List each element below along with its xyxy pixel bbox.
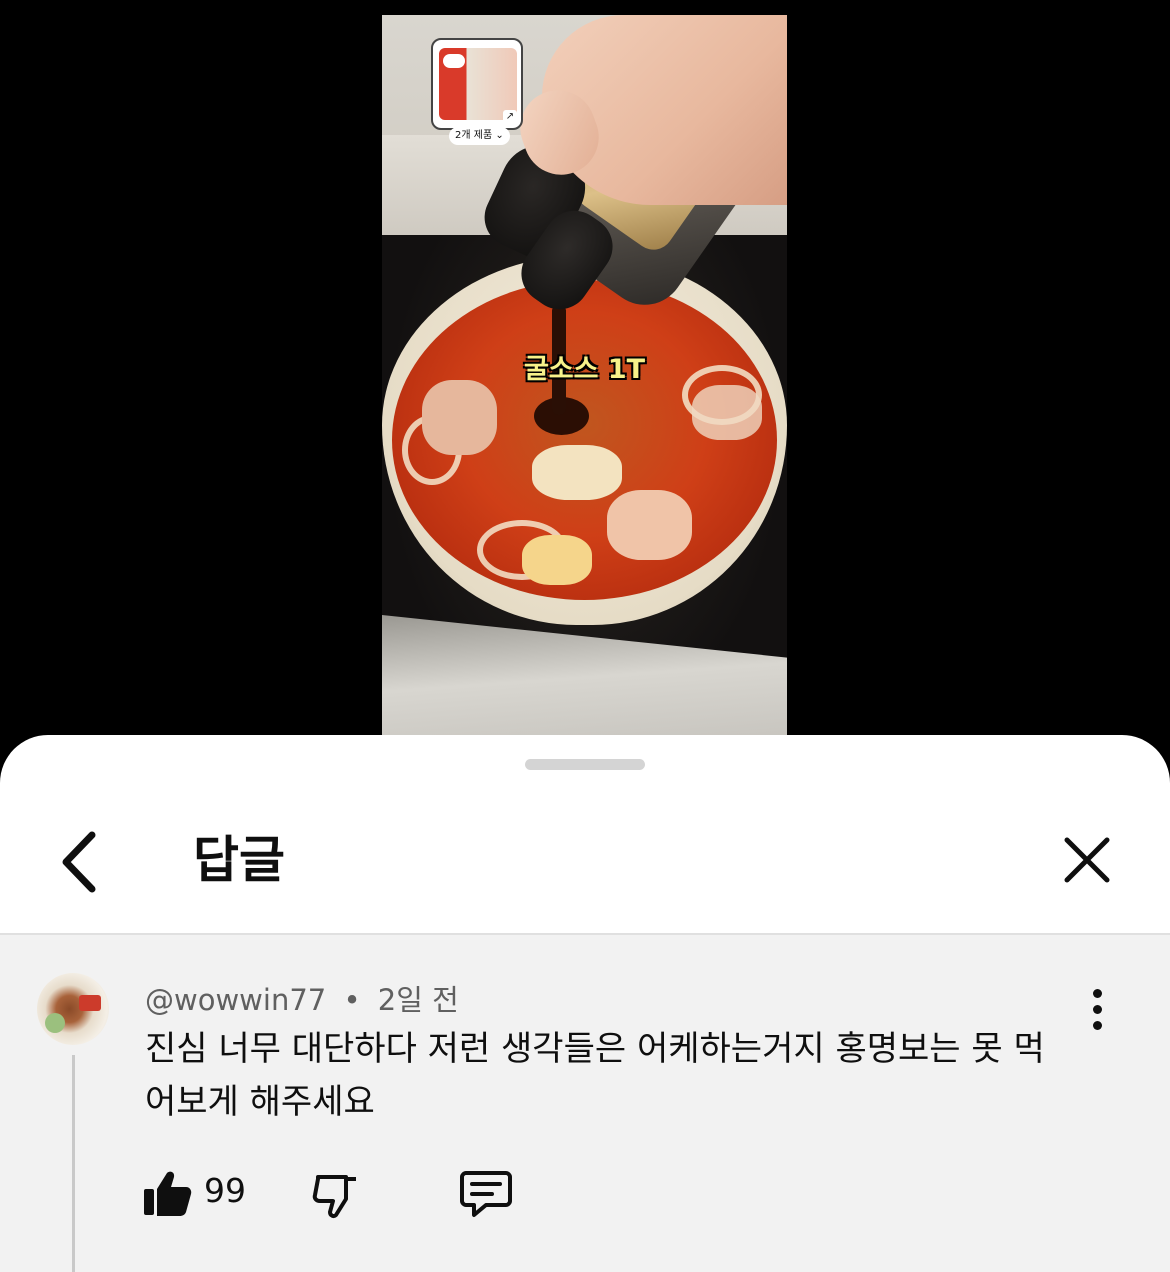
meta-separator: • [343, 983, 361, 1017]
back-button[interactable] [52, 827, 112, 897]
avatar[interactable] [37, 973, 109, 1045]
parent-comment: @wowwin77 • 2일 전 진심 너무 대단하다 저런 생각들은 어케하는… [0, 933, 1170, 1272]
reply-comment-icon [460, 1171, 512, 1217]
garlic-piece [532, 445, 622, 500]
comment-author[interactable]: @wowwin77 [145, 983, 326, 1017]
like-count: 99 [204, 1171, 246, 1210]
comment-meta: @wowwin77 • 2일 전 [145, 977, 459, 1019]
dislike-button[interactable] [310, 1167, 364, 1221]
chevron-down-icon: ⌄ [495, 130, 504, 141]
product-count-label: 2개 제품 [455, 130, 493, 141]
more-vertical-icon [1093, 1021, 1102, 1030]
chicken-piece [422, 380, 497, 455]
avatar-detail [45, 1013, 65, 1033]
product-brand-badge [443, 54, 465, 68]
reply-button[interactable] [458, 1165, 514, 1221]
close-icon [1064, 837, 1110, 883]
more-vertical-icon [1093, 1005, 1102, 1014]
video-caption: 굴소스 1T [523, 354, 646, 385]
replies-sheet: 답글 @wowwin77 • 2일 전 진심 너무 대단하다 저런 생각들은 어… [0, 735, 1170, 1272]
sheet-header: 답글 [0, 795, 1170, 935]
chicken-piece [692, 385, 762, 440]
drag-handle[interactable] [525, 759, 645, 770]
video-frame[interactable]: 굴소스 1T ↗ 2개 제품 ⌄ [382, 15, 787, 735]
chicken-piece [607, 490, 692, 560]
product-count-button[interactable]: 2개 제품 ⌄ [449, 127, 510, 145]
like-button[interactable] [140, 1167, 194, 1221]
comment-text: 진심 너무 대단하다 저런 생각들은 어케하는거지 홍명보는 못 먹어보게 해주… [145, 1029, 1045, 1122]
potato-piece [522, 535, 592, 585]
thumbs-up-filled-icon [144, 1171, 192, 1216]
thumbs-down-icon [312, 1175, 356, 1218]
close-button[interactable] [1052, 825, 1122, 895]
chevron-left-icon [62, 831, 96, 893]
more-vertical-icon [1093, 989, 1102, 998]
external-link-icon: ↗ [503, 110, 517, 124]
video-player[interactable]: 굴소스 1T ↗ 2개 제품 ⌄ [0, 0, 1170, 760]
avatar-detail [79, 995, 101, 1011]
comment-time: 2일 전 [377, 983, 459, 1017]
sheet-title: 답글 [193, 831, 285, 889]
product-chip[interactable]: ↗ [431, 38, 523, 130]
comment-actions: 99 [140, 1163, 740, 1223]
more-options-button[interactable] [1080, 985, 1116, 1035]
thread-line [72, 1055, 75, 1272]
